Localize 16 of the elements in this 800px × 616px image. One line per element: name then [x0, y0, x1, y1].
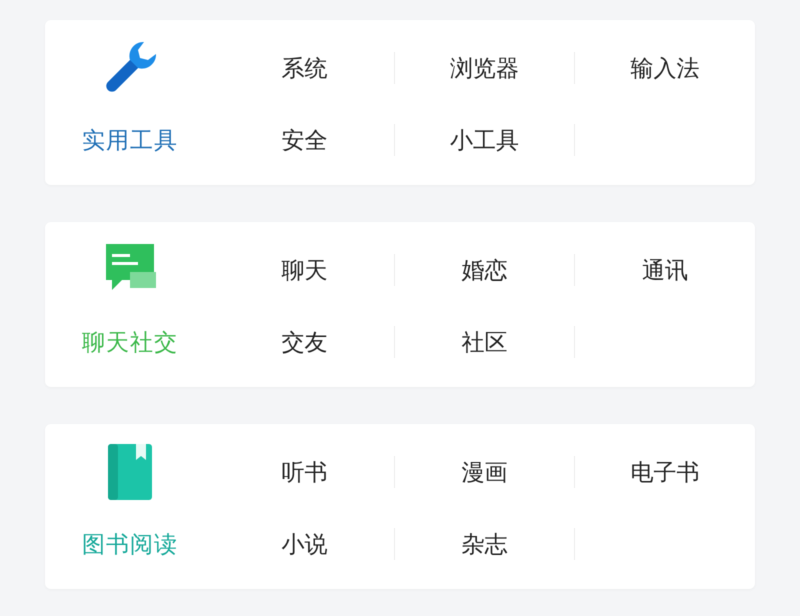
category-label[interactable]: 实用工具: [82, 124, 178, 156]
category-link[interactable]: 系统: [282, 52, 328, 84]
category-link[interactable]: 电子书: [630, 456, 700, 488]
category-link[interactable]: 通讯: [642, 254, 688, 286]
category-link[interactable]: 小说: [282, 528, 328, 560]
category-link[interactable]: 听书: [282, 456, 328, 488]
category-link[interactable]: 交友: [282, 326, 328, 358]
category-link[interactable]: 漫画: [462, 456, 508, 488]
category-link[interactable]: 婚恋: [462, 254, 508, 286]
category-link[interactable]: 安全: [282, 124, 328, 156]
category-link[interactable]: 小工具: [450, 124, 519, 156]
category-link[interactable]: 输入法: [630, 52, 700, 84]
category-link[interactable]: 聊天: [282, 254, 328, 286]
category-link[interactable]: 社区: [462, 326, 508, 358]
category-link[interactable]: 浏览器: [450, 52, 519, 84]
category-link[interactable]: 杂志: [462, 528, 508, 560]
